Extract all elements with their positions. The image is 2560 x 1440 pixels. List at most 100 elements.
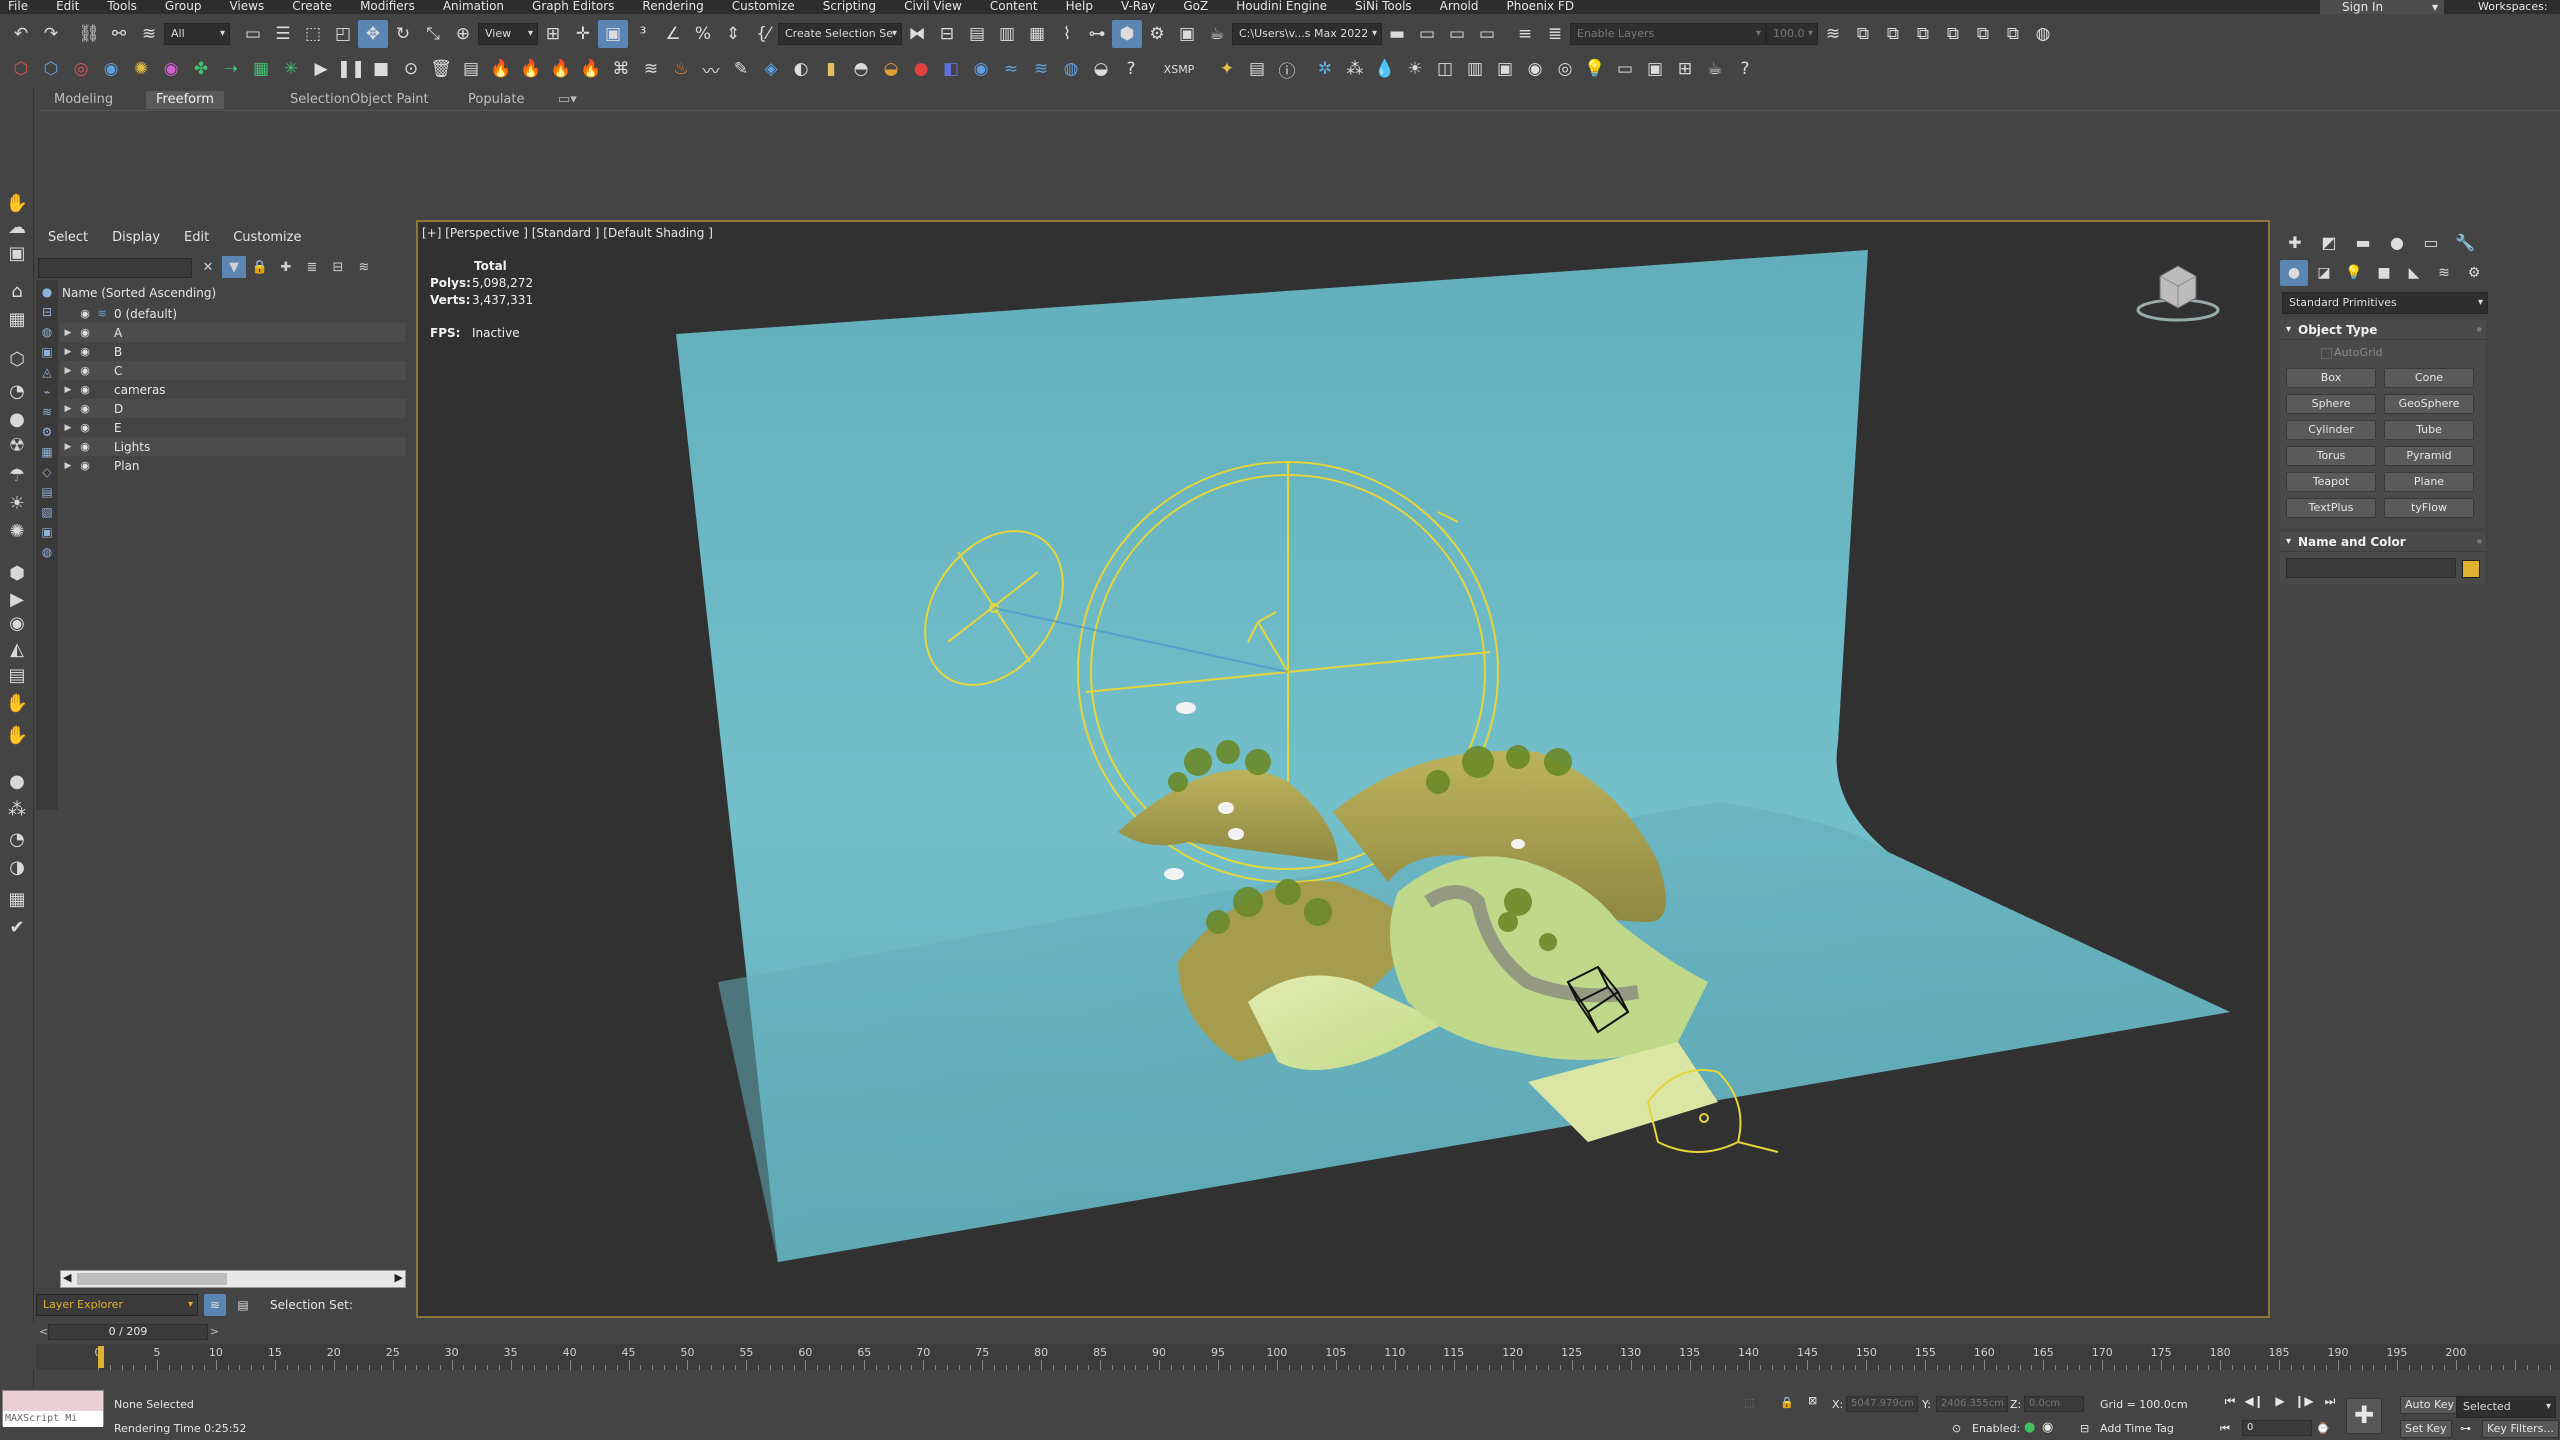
display-tab-icon[interactable]: ▭ (2416, 228, 2446, 256)
vray-dome-icon[interactable]: ◉ (156, 55, 186, 83)
vray-icon[interactable]: ⬡ (6, 55, 36, 83)
menu-sini-tools[interactable]: SiNi Tools (1341, 0, 1426, 14)
layer-add-icon[interactable]: ≣ (1540, 20, 1570, 48)
geometry-icon[interactable]: ● (2280, 260, 2308, 286)
schematic-view-icon[interactable]: ⊶ (1082, 20, 1112, 48)
layer-isolate-icon[interactable]: ⧉ (1968, 20, 1998, 48)
torus-button[interactable]: Torus (2286, 446, 2376, 466)
trash-icon[interactable]: 🗑 (426, 55, 456, 83)
tube-button[interactable]: Tube (2384, 420, 2474, 440)
object-type-header[interactable]: Object Type (2280, 320, 2486, 340)
select-object-icon[interactable]: ▭ (238, 20, 268, 48)
object-paint-icon[interactable]: ⬢ (4, 560, 30, 586)
rectangular-selection-icon[interactable]: ⬚ (298, 20, 328, 48)
key-filters-button[interactable]: Key Filters... (2482, 1420, 2559, 1438)
menu-scripting[interactable]: Scripting (809, 0, 890, 14)
log-icon[interactable]: ▤ (456, 55, 486, 83)
grid-icon[interactable]: ⊞ (1670, 55, 1700, 83)
absolute-mode-icon[interactable]: ⊠ (1808, 1394, 1817, 1407)
go-to-end-icon[interactable]: ⏭ (2320, 1394, 2340, 1412)
erase-icon[interactable]: ◔ (4, 378, 30, 404)
menu-rendering[interactable]: Rendering (628, 0, 717, 14)
visibility-eye-icon[interactable]: ◉ (76, 421, 94, 434)
stamp-icon[interactable]: ☀ (4, 490, 30, 516)
phoenix-blue-icon[interactable]: ◧ (936, 55, 966, 83)
branch-icon[interactable]: ◉ (4, 610, 30, 636)
layer-manager-icon[interactable]: ≡ (1510, 20, 1540, 48)
ribbon-tab-freeform[interactable]: Freeform (146, 91, 224, 109)
enabled-dot-icon[interactable]: ● (2024, 1420, 2035, 1435)
menu-file[interactable]: File (0, 0, 42, 14)
key-mode-icon[interactable]: ⏮ (2220, 1422, 2230, 1436)
expand-arrow-icon[interactable]: ▶ (60, 328, 76, 338)
noise-icon[interactable]: ▦ (4, 306, 30, 332)
phoenix-wind-icon[interactable]: ≋ (636, 55, 666, 83)
menu-create[interactable]: Create (278, 0, 346, 14)
toggle-ribbon-icon[interactable]: ▦ (1022, 20, 1052, 48)
arnold-icon[interactable]: ✤ (186, 55, 216, 83)
phoenix-ocean-mesh-icon[interactable]: ≋ (1026, 55, 1056, 83)
ipr-icon[interactable]: ⊙ (396, 55, 426, 83)
autogrid-checkbox[interactable]: AutoGrid (2321, 346, 2383, 359)
visibility-eye-icon[interactable]: ◉ (76, 440, 94, 453)
maxscript-listener[interactable]: MAXScript Mi (2, 1390, 104, 1427)
angle-snap-icon[interactable]: ∠ (658, 20, 688, 48)
arnold-light-icon[interactable]: ➝ (216, 55, 246, 83)
sphere-tool-icon[interactable]: ● (4, 768, 30, 794)
phoenix-foam-icon[interactable]: ◐ (786, 55, 816, 83)
enabled-toggle-icon[interactable]: ◉ (2042, 1420, 2053, 1435)
filter-icon[interactable]: ▼ (222, 256, 246, 278)
explorer-filter-icon[interactable]: ◍ (39, 324, 55, 340)
explorer-menu-customize[interactable]: Customize (221, 230, 313, 250)
phoenix-liquid-icon[interactable]: 🔥 (546, 55, 576, 83)
menu-animation[interactable]: Animation (429, 0, 518, 14)
layer-row[interactable]: ▶ ◉ cameras (60, 380, 406, 399)
menu-customize[interactable]: Customize (718, 0, 809, 14)
utilities-tab-icon[interactable]: 🔧 (2450, 228, 2480, 256)
lock-selection-icon[interactable]: 🔒 (1780, 1396, 1794, 1409)
select-by-name-icon[interactable]: ☰ (268, 20, 298, 48)
visibility-eye-icon[interactable]: ◉ (76, 459, 94, 472)
select-move-icon[interactable]: ✥ (358, 20, 388, 48)
helpers-icon[interactable]: ◣ (2400, 260, 2428, 286)
visibility-eye-icon[interactable]: ◉ (76, 364, 94, 377)
arnold-render-icon[interactable]: ✳ (276, 55, 306, 83)
maxscript-input[interactable]: MAXScript Mi (3, 1411, 103, 1427)
mirror-icon[interactable]: ⧓ (902, 20, 932, 48)
project-folder-icon[interactable]: ▬ (1382, 20, 1412, 48)
lock-icon[interactable]: 🔒 (248, 256, 272, 278)
spheres-icon[interactable]: ⁂ (4, 796, 30, 822)
pyramid-button[interactable]: Pyramid (2384, 446, 2474, 466)
camera-icon[interactable]: ◉ (1520, 55, 1550, 83)
modify-tab-icon[interactable]: ◩ (2314, 228, 2344, 256)
sini-list-icon[interactable]: ▤ (1242, 55, 1272, 83)
vray-sphere-icon[interactable]: ◉ (96, 55, 126, 83)
phoenix-ocean-icon[interactable]: 〰 (696, 55, 726, 83)
material-editor-icon[interactable]: ⬢ (1112, 20, 1142, 48)
next-frame-icon[interactable]: ❙▶ (2294, 1394, 2314, 1412)
menu-arnold[interactable]: Arnold (1426, 0, 1493, 14)
spinner-snap-icon[interactable]: ⇕ (718, 20, 748, 48)
selection-filter-dropdown[interactable]: All (164, 23, 230, 45)
fill-icon[interactable]: ▶ (4, 586, 30, 612)
v-tool-icon[interactable]: ✔ (4, 914, 30, 940)
time-slider[interactable]: < 0 / 209 > (39, 1324, 219, 1340)
layer-tree-icon[interactable]: ≣ (300, 256, 324, 278)
snaps-toggle-icon[interactable]: ³ (628, 20, 658, 48)
hand-icon[interactable]: ✋ (4, 690, 30, 716)
bind-spacewarp-icon[interactable]: ≋ (134, 20, 164, 48)
explorer-filter-icon[interactable]: ≋ (39, 404, 55, 420)
explorer-filter-icon[interactable]: ▣ (39, 524, 55, 540)
viewport-icon[interactable]: ▭ (1610, 55, 1640, 83)
explorer-filter-icon[interactable]: ● (39, 284, 55, 300)
vray-sun-icon[interactable]: ✺ (126, 55, 156, 83)
explorer-filter-icon[interactable]: ▤ (39, 484, 55, 500)
visibility-eye-icon[interactable]: ◉ (76, 307, 94, 320)
tyflow-icon[interactable]: ✲ (1310, 55, 1340, 83)
object-mode-icon[interactable]: ▤ (232, 1294, 254, 1316)
unlink-icon[interactable]: ⚯ (104, 20, 134, 48)
curve-editor-icon[interactable]: ⌇ (1052, 20, 1082, 48)
layer-percent-field[interactable]: 100.0 (1766, 23, 1818, 45)
layer-select-icon[interactable]: ⧉ (1878, 20, 1908, 48)
expand-arrow-icon[interactable]: ▶ (60, 385, 76, 395)
